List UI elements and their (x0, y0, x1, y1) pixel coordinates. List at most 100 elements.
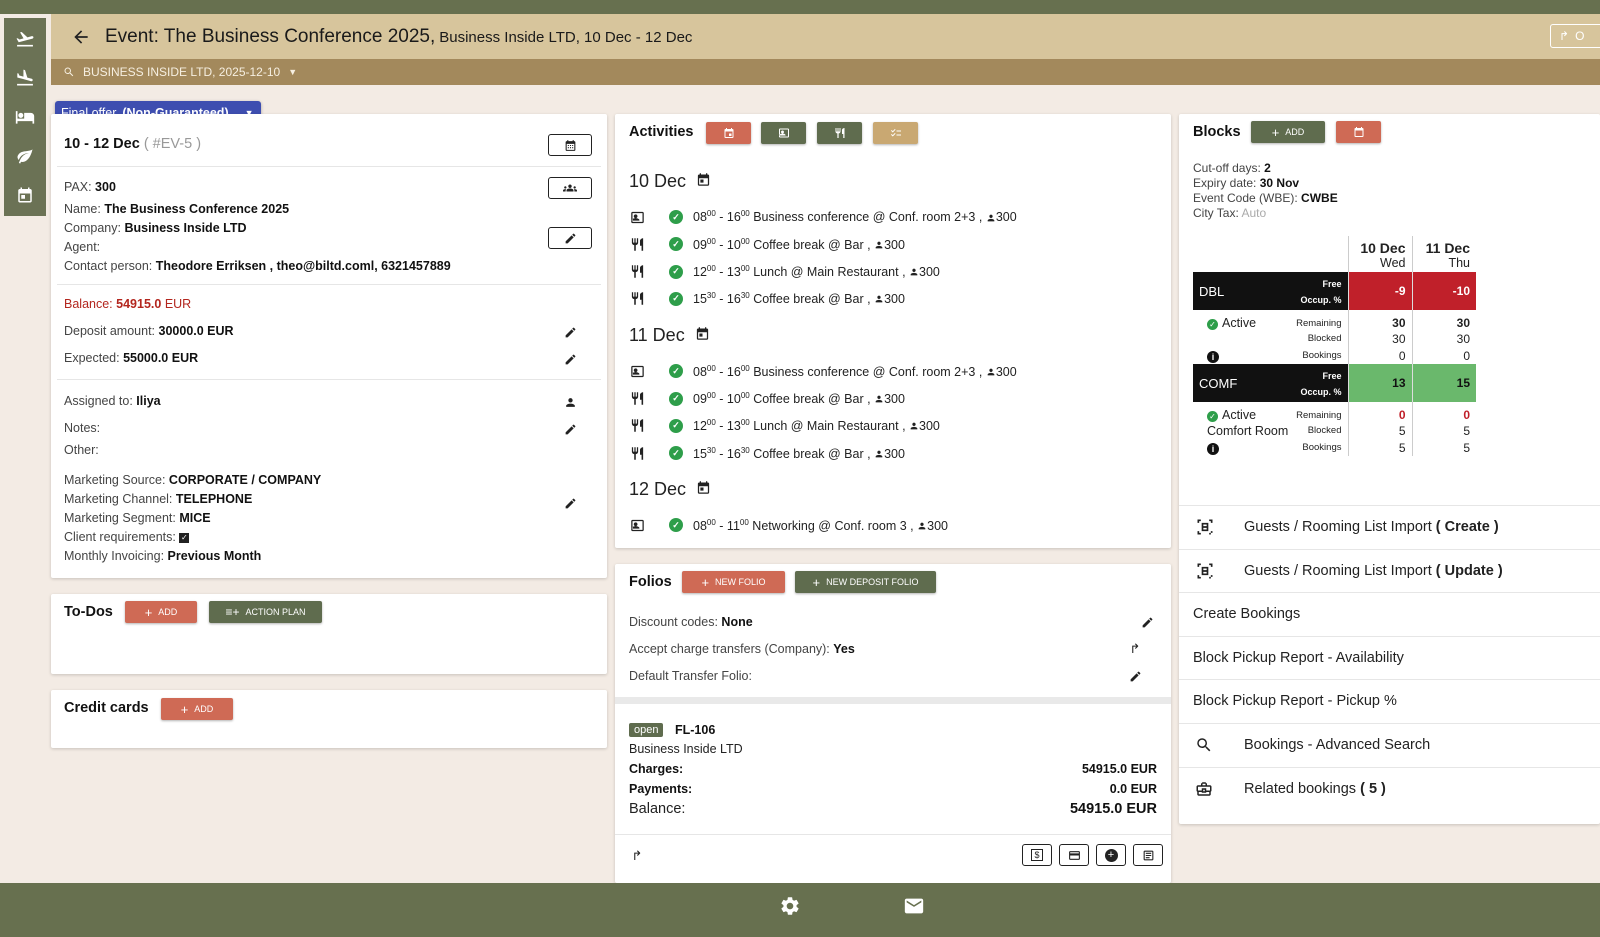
block-stat-label-cell: Comfort Room Blocked (1193, 422, 1348, 439)
person-icon[interactable] (562, 394, 578, 410)
free-rooms-cell[interactable]: -10 (1411, 272, 1476, 310)
free-rooms-cell[interactable]: 13 (1347, 364, 1412, 402)
bed-icon[interactable] (12, 104, 38, 130)
activity-row[interactable]: ✓ 0800 - 1600 Business conference @ Conf.… (629, 208, 1017, 226)
cash-button[interactable]: $ (1022, 844, 1052, 866)
import-icon (1195, 517, 1215, 537)
calendar-icon[interactable] (696, 479, 711, 500)
add-food-button[interactable] (817, 122, 862, 144)
edit-deposit-icon[interactable] (562, 324, 578, 340)
info-icon[interactable]: i (1207, 350, 1219, 363)
divider (615, 834, 1171, 835)
event-search-bar[interactable]: BUSINESS INSIDE LTD, 2025-12-10 ▼ (51, 59, 1600, 85)
edit-notes-icon[interactable] (562, 421, 578, 437)
menu-item-label: Create Bookings (1193, 606, 1301, 623)
edit-event-button[interactable] (548, 227, 592, 249)
check-circle-icon: ✓ (669, 446, 683, 461)
marketing-segment-row: Marketing Segment: MICE (64, 511, 211, 525)
action-plan-button[interactable]: ≡+ ACTION PLAN (209, 601, 322, 623)
activities-card: Activities 10 Dec ✓ 0800 - 1600 Business c… (615, 114, 1171, 548)
block-menu-item[interactable]: Create Bookings (1179, 592, 1600, 635)
chevron-down-icon[interactable]: ▼ (288, 67, 297, 77)
block-calendar-button[interactable] (1336, 121, 1381, 143)
block-menu-item[interactable]: Block Pickup Report - Availability (1179, 635, 1600, 679)
folio-charges-label: Charges: (629, 762, 684, 776)
add-event-activity-button[interactable] (706, 122, 751, 144)
flight-land-icon[interactable] (12, 65, 38, 91)
block-menu-item[interactable]: Block Pickup Report - Pickup % (1179, 679, 1600, 722)
activity-row[interactable]: ✓ 0900 - 1000 Coffee break @ Bar , 300 (629, 390, 905, 408)
divider (57, 284, 601, 285)
activity-row[interactable]: ✓ 0800 - 1600 Business conference @ Conf.… (629, 362, 1017, 380)
checkbox-checked-icon[interactable]: ✓ (179, 532, 190, 543)
other-row: Other: (64, 443, 99, 457)
marketing-source-row: Marketing Source: CORPORATE / COMPANY (64, 473, 322, 487)
free-rooms-cell[interactable]: -9 (1347, 272, 1412, 310)
leaf-icon[interactable] (12, 143, 38, 169)
block-room-row[interactable]: COMF Free Occup. % 13 15 (1193, 364, 1476, 402)
block-status: Active (1222, 408, 1257, 422)
block-stat-label-cell: i Bookings (1193, 347, 1348, 364)
header-bar: Event: The Business Conference 2025, Busi… (51, 14, 1600, 59)
guests-button[interactable] (548, 177, 592, 199)
add-payment-button[interactable]: + (1096, 844, 1126, 866)
divider (57, 379, 601, 380)
stat-value: 0 (1411, 402, 1476, 422)
block-room-row[interactable]: DBL Free Occup. % -9 -10 (1193, 272, 1476, 310)
company-row: Company: Business Inside LTD (64, 221, 247, 235)
block-menu-item[interactable]: Bookings - Advanced Search (1179, 723, 1600, 766)
person-icon (874, 292, 884, 306)
share-icon[interactable]: ↱ (1127, 641, 1143, 657)
balance-row: Balance: 54915.0 EUR (64, 297, 192, 311)
add-block-button[interactable]: + ADD (1251, 121, 1325, 143)
invoice-button[interactable] (1133, 844, 1163, 866)
plus-icon: + (1271, 124, 1280, 140)
event-code: ( #EV-5 ) (143, 136, 202, 152)
todos-card: To-Dos + ADD ≡+ ACTION PLAN (51, 594, 607, 674)
back-arrow-icon[interactable] (69, 25, 93, 49)
card-button[interactable] (1059, 844, 1089, 866)
new-deposit-folio-button[interactable]: + NEW DEPOSIT FOLIO (795, 571, 936, 593)
info-icon[interactable]: i (1207, 442, 1219, 455)
add-todo-button[interactable]: + ADD (125, 601, 197, 623)
folio-balance: 54915.0 EUR (1069, 801, 1157, 817)
activity-row[interactable]: ✓ 1200 - 1300 Lunch @ Main Restaurant , 3… (629, 263, 940, 281)
new-folio-button[interactable]: + NEW FOLIO (682, 571, 785, 593)
mail-icon[interactable] (903, 895, 925, 917)
checklist-button[interactable] (873, 122, 918, 144)
edit-transfer-icon[interactable] (1127, 668, 1143, 684)
event-icon (724, 128, 733, 138)
free-rooms-cell[interactable]: 15 (1411, 364, 1476, 402)
activity-row[interactable]: ✓ 1200 - 1300 Lunch @ Main Restaurant , 3… (629, 417, 940, 435)
check-circle-icon: ✓ (669, 364, 683, 379)
menu-item-label: Related bookings ( 5 ) (1244, 780, 1386, 797)
restaurant-icon (629, 445, 645, 461)
flight-takeoff-icon[interactable] (12, 26, 38, 52)
activity-text: 0900 - 1000 Coffee break @ Bar , 300 (693, 236, 905, 252)
block-menu-item[interactable]: Related bookings ( 5 ) (1179, 766, 1600, 810)
edit-expected-icon[interactable] (562, 351, 578, 367)
settings-icon[interactable] (779, 895, 801, 917)
activity-row[interactable]: ✓ 1530 - 1630 Coffee break @ Bar , 300 (629, 444, 905, 462)
add-credit-card-button[interactable]: + ADD (161, 698, 233, 720)
calendar-icon[interactable] (695, 325, 710, 346)
block-weekday: Thu (1448, 256, 1470, 270)
activity-text: 1200 - 1300 Lunch @ Main Restaurant , 30… (693, 264, 940, 280)
calendar-icon[interactable] (12, 182, 38, 208)
activity-row[interactable]: ✓ 0800 - 1100 Networking @ Conf. room 3 ,… (629, 516, 948, 534)
add-conference-button[interactable] (761, 122, 806, 144)
edit-discount-icon[interactable] (1139, 614, 1155, 630)
block-menu-item[interactable]: Guests / Rooming List Import ( Create ) (1179, 505, 1600, 548)
folio-id[interactable]: FL-106 (675, 723, 715, 737)
edit-marketing-icon[interactable] (562, 495, 578, 511)
transfer-icon[interactable]: ↱ (629, 848, 645, 864)
block-menu-item[interactable]: Guests / Rooming List Import ( Update ) (1179, 548, 1600, 592)
share-button[interactable]: ↱ O (1550, 24, 1600, 48)
pax-row: PAX: 300 (64, 180, 116, 194)
event-details-card: 10 - 12 Dec ( #EV-5 ) PAX: 300 Name: The… (51, 114, 607, 578)
calendar-icon[interactable] (696, 171, 711, 192)
activity-row[interactable]: ✓ 0900 - 1000 Coffee break @ Bar , 300 (629, 235, 905, 253)
calendar-button[interactable] (548, 134, 592, 156)
activity-row[interactable]: ✓ 1530 - 1630 Coffee break @ Bar , 300 (629, 290, 905, 308)
presentation-icon (629, 363, 645, 379)
